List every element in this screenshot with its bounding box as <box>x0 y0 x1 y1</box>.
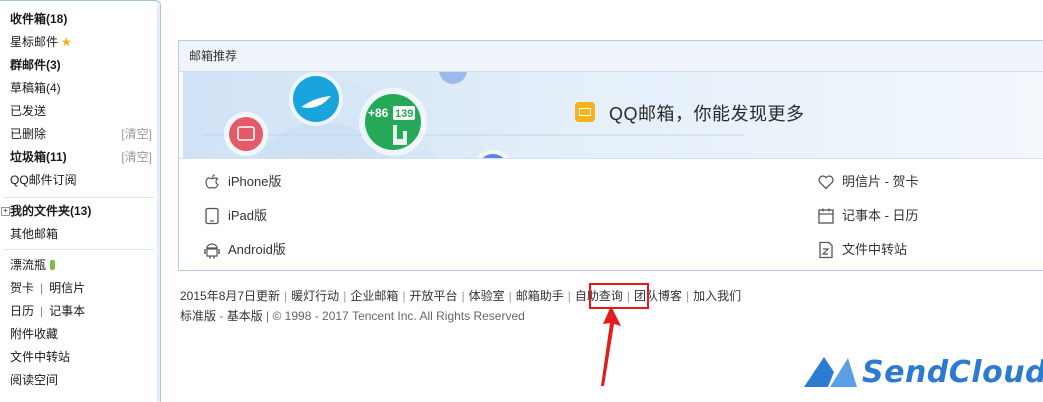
sidebar-item-inbox[interactable]: 收件箱(18) <box>10 9 152 29</box>
apple-icon <box>205 174 219 189</box>
sent-label: 已发送 <box>10 104 47 118</box>
sidebar-item-spam[interactable]: 垃圾箱(11) [清空] <box>10 147 152 167</box>
footer-links: 2015年8月7日更新 | 暖灯行动 | 企业邮箱 | 开放平台 | 体验室 | 邮箱助手 | 自助查询… <box>180 289 742 303</box>
ipad-label: iPad版 <box>228 208 268 223</box>
expand-icon[interactable]: + <box>1 207 10 216</box>
subscriptions-label: QQ邮件订阅 <box>10 173 77 187</box>
greeting-card-link[interactable]: 贺卡 <box>10 281 34 295</box>
copyright-text: | © 1998 - 2017 Tencent Inc. All Rights … <box>266 309 525 323</box>
notes-calendar-label: 记事本 - 日历 <box>842 208 919 223</box>
footer-link-mail-assistant[interactable]: 邮箱助手 <box>516 289 564 303</box>
sidebar-item-my-folders[interactable]: + 我的文件夹(13) <box>1 201 152 221</box>
sidebar-item-file-transfer[interactable]: 文件中转站 <box>10 347 152 367</box>
iphone-app-link[interactable]: iPhone版 <box>203 171 323 193</box>
footer-link-join-us[interactable]: 加入我们 <box>693 289 741 303</box>
sidebar-divider <box>4 197 154 198</box>
footer-link-open-platform[interactable]: 开放平台 <box>409 289 457 303</box>
sidebar-divider <box>4 249 154 250</box>
basic-version-link[interactable]: 基本版 <box>227 309 263 323</box>
sidebar-item-reading-space[interactable]: 阅读空间 <box>10 370 152 390</box>
footer-copyright-line: 标准版 - 基本版 | © 1998 - 2017 Tencent Inc. A… <box>180 309 525 323</box>
sidebar-item-attachments[interactable]: 附件收藏 <box>10 324 152 344</box>
other-mailboxes-label: 其他邮箱 <box>10 227 59 241</box>
drift-bottle-label: 漂流瓶 <box>10 258 47 272</box>
drafts-label: 草稿箱(4) <box>10 81 61 95</box>
file-transfer-link[interactable]: 文件中转站 <box>817 239 957 261</box>
android-label: Android版 <box>228 242 286 257</box>
red-arrow-icon <box>601 306 621 386</box>
sendcloud-watermark: SendCloud <box>862 355 1043 390</box>
calendar-link[interactable]: 日历 <box>10 304 34 318</box>
sidebar-item-cards: 贺卡 | 明信片 <box>10 281 86 295</box>
attachments-label: 附件收藏 <box>10 327 59 341</box>
calendar-icon <box>818 208 834 224</box>
banner-phone-digits: 139 <box>395 108 413 120</box>
banner-title: QQ邮箱，你能发现更多 <box>609 104 805 124</box>
sidebar-item-subscriptions[interactable]: QQ邮件订阅 <box>10 170 152 190</box>
postcard-link[interactable]: 明信片 <box>49 281 85 295</box>
banner-divider <box>179 158 1043 159</box>
sendcloud-logo-icon <box>804 357 857 387</box>
promo-banner[interactable]: +86 139 QQ邮箱，你能发现更多 <box>183 72 1043 158</box>
file-transfer-app-label: 文件中转站 <box>842 242 908 257</box>
footer-link-lab[interactable]: 体验室 <box>469 289 505 303</box>
qq-mail-icon <box>575 102 595 122</box>
deleted-label: 已删除 <box>10 127 47 141</box>
footer-link-nuandeng[interactable]: 暖灯行动 <box>291 289 339 303</box>
sidebar-item-group-mail[interactable]: 群邮件(3) <box>10 55 152 75</box>
file-transfer-icon <box>819 241 833 259</box>
my-folders-label: 我的文件夹(13) <box>10 204 92 218</box>
file-transfer-label: 文件中转站 <box>10 350 71 364</box>
sidebar-item-drift-bottle[interactable]: 漂流瓶 <box>10 255 152 275</box>
banner-phone-prefix: +86 <box>368 106 389 120</box>
sidebar-item-deleted[interactable]: 已删除 [清空] <box>10 124 152 144</box>
footer-update-date[interactable]: 2015年8月7日更新 <box>180 289 280 303</box>
notes-link[interactable]: 记事本 <box>49 304 85 318</box>
clear-deleted-link[interactable]: [清空] <box>121 124 152 144</box>
android-app-link[interactable]: Android版 <box>203 239 333 261</box>
spam-label: 垃圾箱(11) <box>10 150 67 164</box>
sidebar-item-drafts[interactable]: 草稿箱(4) <box>10 78 152 98</box>
star-icon: ★ <box>61 35 72 49</box>
postcard-card-label: 明信片 - 贺卡 <box>842 174 919 189</box>
postcard-card-link[interactable]: 明信片 - 贺卡 <box>817 171 957 193</box>
heart-icon <box>818 175 834 190</box>
bottle-icon <box>50 260 56 270</box>
sidebar-item-sent[interactable]: 已发送 <box>10 101 152 121</box>
notes-calendar-link[interactable]: 记事本 - 日历 <box>817 205 957 227</box>
clear-spam-link[interactable]: [清空] <box>121 147 152 167</box>
iphone-label: iPhone版 <box>228 174 282 189</box>
inbox-label: 收件箱(18) <box>10 12 68 26</box>
reading-space-label: 阅读空间 <box>10 373 59 387</box>
ipad-app-link[interactable]: iPad版 <box>203 205 323 227</box>
sidebar: 收件箱(18) 星标邮件 ★ 群邮件(3) 草稿箱(4) 已发送 已删除 [清空]… <box>0 0 161 402</box>
sidebar-item-starred[interactable]: 星标邮件 ★ <box>10 32 152 52</box>
starred-label: 星标邮件 <box>10 35 59 49</box>
panel-title: 邮箱推荐 <box>179 41 1043 72</box>
standard-version-link[interactable]: 标准版 <box>180 309 216 323</box>
footer-link-enterprise-mail[interactable]: 企业邮箱 <box>350 289 398 303</box>
sidebar-item-other-mailboxes[interactable]: 其他邮箱 <box>10 224 152 244</box>
group-mail-label: 群邮件(3) <box>10 58 61 72</box>
sidebar-item-calendar-notes: 日历 | 记事本 <box>10 304 86 318</box>
recommend-panel: 邮箱推荐 +86 139 QQ邮箱，你能发现更多 iPhone版 iPad版 A… <box>178 40 1043 271</box>
android-icon <box>204 243 220 259</box>
tablet-icon <box>205 207 219 225</box>
